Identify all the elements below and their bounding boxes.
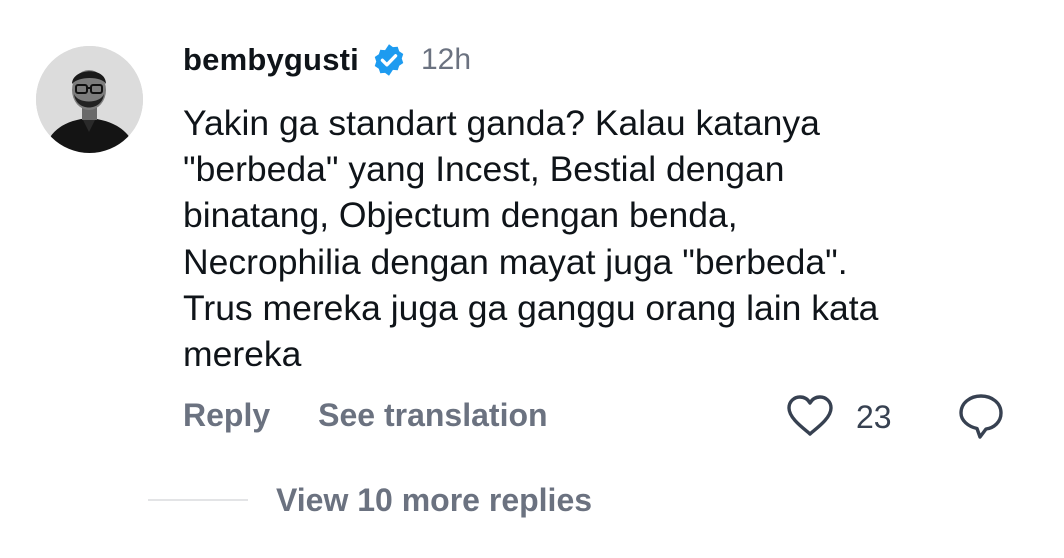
comment-text: Yakin ga standart ganda? Kalau katanya "… bbox=[183, 103, 879, 375]
view-more-replies-row: View 10 more replies bbox=[148, 478, 592, 522]
comment-card: bembygusti 12h Yakin ga standart ganda? … bbox=[0, 0, 1064, 558]
comment-actions: Reply See translation bbox=[183, 393, 548, 437]
verified-badge-icon bbox=[371, 42, 407, 78]
avatar[interactable] bbox=[36, 46, 143, 153]
reply-button[interactable]: Reply bbox=[183, 397, 270, 434]
timestamp: 12h bbox=[420, 43, 472, 76]
username[interactable]: bembygusti bbox=[183, 42, 359, 78]
speech-bubble-icon[interactable] bbox=[956, 391, 1006, 441]
replies-divider bbox=[148, 499, 248, 501]
see-translation-button[interactable]: See translation bbox=[318, 397, 547, 434]
view-more-replies-button[interactable]: View 10 more replies bbox=[276, 482, 592, 519]
avatar-portrait bbox=[36, 46, 143, 153]
like-count: 23 bbox=[856, 399, 892, 435]
heart-outline-icon[interactable] bbox=[785, 394, 835, 438]
comment-header: bembygusti 12h bbox=[183, 38, 471, 82]
